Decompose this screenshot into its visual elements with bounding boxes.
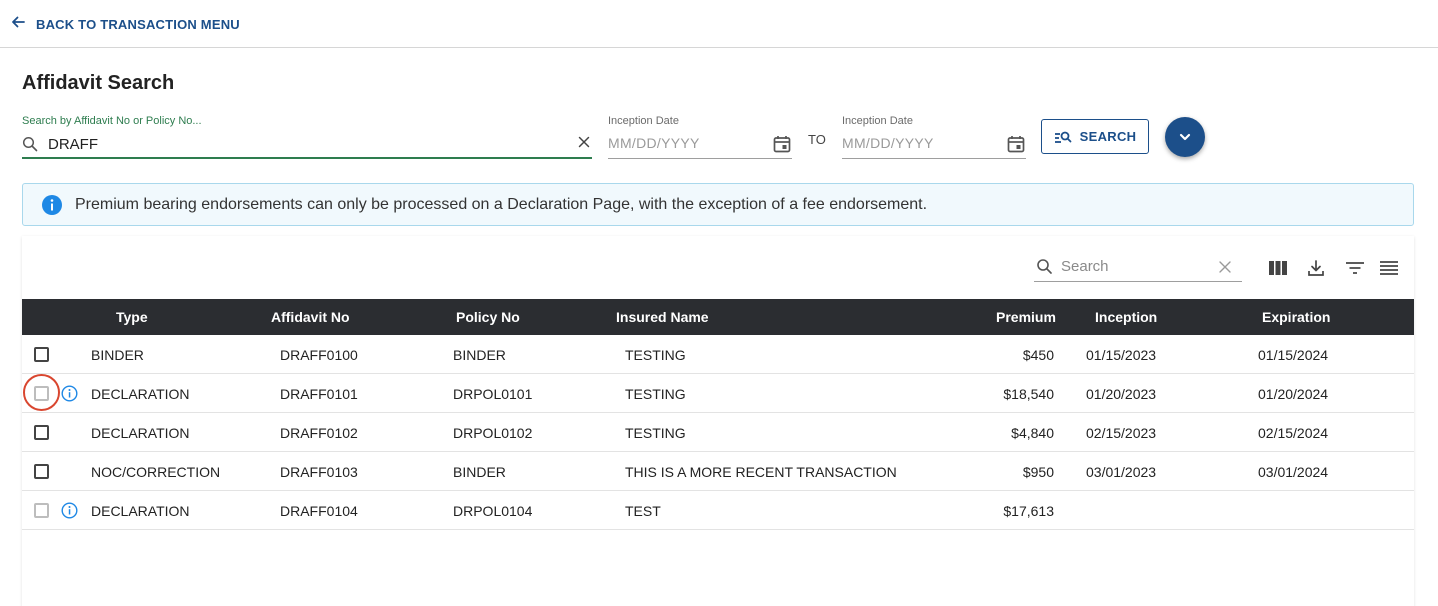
cell-affidavit-no: DRAFF0104 [280,503,358,519]
cell-inception: 01/15/2023 [1086,347,1157,363]
cell-affidavit-no: DRAFF0102 [280,425,358,441]
cell-premium: $18,540 [1003,386,1054,402]
arrow-left-icon [10,14,26,35]
cell-policy-no: DRPOL0102 [453,425,533,441]
cell-expiration: 01/15/2024 [1258,347,1329,363]
search-list-icon [1054,130,1072,144]
back-link-label: BACK TO TRANSACTION MENU [36,17,240,32]
cell-premium: $450 [1022,347,1054,363]
row-checkbox[interactable] [34,464,49,479]
cell-insured-name: TESTING [625,425,686,441]
table-row[interactable]: BINDER DRAFF0100 BINDER TESTING $450 01/… [22,335,1414,374]
inception-from-placeholder: MM/DD/YYYY [608,135,700,151]
column-header-inception[interactable]: Inception [1095,309,1157,325]
page-title: Affidavit Search [22,72,175,94]
column-header-type[interactable]: Type [116,309,148,325]
cell-affidavit-no: DRAFF0101 [280,386,358,402]
cell-insured-name: THIS IS A MORE RECENT TRANSACTION [625,464,897,480]
inception-to-placeholder: MM/DD/YYYY [842,135,934,151]
table-search-placeholder: Search [1061,258,1109,275]
cell-inception: 02/15/2023 [1086,425,1157,441]
column-header-affidavit-no[interactable]: Affidavit No [271,309,350,325]
info-banner: Premium bearing endorsements can only be… [22,183,1414,226]
column-header-insured-name[interactable]: Insured Name [616,309,709,325]
cell-policy-no: DRPOL0101 [453,386,533,402]
row-checkbox[interactable] [34,347,49,362]
inception-to-input[interactable]: MM/DD/YYYY [842,131,1026,159]
cell-expiration: 01/20/2024 [1258,386,1329,402]
info-banner-message: Premium bearing endorsements can only be… [75,195,928,213]
density-icon[interactable] [1378,257,1400,279]
cell-policy-no: DRPOL0104 [453,503,533,519]
calendar-icon[interactable] [1006,134,1026,159]
cell-type: NOC/CORRECTION [91,464,221,480]
clear-table-search-icon[interactable] [1218,260,1232,279]
search-field-label: Search by Affidavit No or Policy No... [22,115,202,127]
search-icon [22,136,38,152]
top-bar: BACK TO TRANSACTION MENU [0,0,1438,48]
cell-insured-name: TESTING [625,347,686,363]
table-row[interactable]: DECLARATION DRAFF0101 DRPOL0101 TESTING … [22,374,1414,413]
search-input-value: DRAFF [48,135,98,153]
table-row[interactable]: DECLARATION DRAFF0102 DRPOL0102 TESTING … [22,413,1414,452]
cell-type: DECLARATION [91,386,190,402]
cell-affidavit-no: DRAFF0100 [280,347,358,363]
cell-expiration: 03/01/2024 [1258,464,1329,480]
back-to-transaction-menu-link[interactable]: BACK TO TRANSACTION MENU [10,14,240,35]
table-row[interactable]: NOC/CORRECTION DRAFF0103 BINDER THIS IS … [22,452,1414,491]
cell-expiration: 02/15/2024 [1258,425,1329,441]
affidavit-search-input[interactable]: DRAFF [22,131,592,159]
search-icon [1036,258,1053,280]
clear-search-icon[interactable] [576,134,592,150]
results-table-card: Search Type Affidavit No Policy No Insur… [22,236,1414,606]
cell-inception: 01/20/2023 [1086,386,1157,402]
table-header: Type Affidavit No Policy No Insured Name… [22,299,1414,335]
cell-type: DECLARATION [91,425,190,441]
to-label: TO [808,132,826,147]
table-row[interactable]: DECLARATION DRAFF0104 DRPOL0104 TEST $17… [22,491,1414,530]
chevron-down-icon [1177,129,1193,145]
info-icon [41,194,63,216]
calendar-icon[interactable] [772,134,792,159]
cell-policy-no: BINDER [453,347,506,363]
cell-insured-name: TEST [625,503,661,519]
cell-insured-name: TESTING [625,386,686,402]
row-checkbox[interactable] [34,425,49,440]
column-header-policy-no[interactable]: Policy No [456,309,520,325]
inception-from-input[interactable]: MM/DD/YYYY [608,131,792,159]
cell-premium: $17,613 [1003,503,1054,519]
columns-icon[interactable] [1267,257,1289,279]
row-checkbox[interactable] [34,386,49,401]
download-icon[interactable] [1305,257,1327,279]
cell-affidavit-no: DRAFF0103 [280,464,358,480]
expand-filters-button[interactable] [1165,117,1205,157]
inception-to-label: Inception Date [842,115,913,127]
table-search-input[interactable]: Search [1034,254,1242,282]
filter-icon[interactable] [1344,257,1366,279]
row-checkbox[interactable] [34,503,49,518]
search-button-label: SEARCH [1079,129,1137,144]
cell-type: DECLARATION [91,503,190,519]
cell-premium: $4,840 [1011,425,1054,441]
cell-policy-no: BINDER [453,464,506,480]
info-icon[interactable] [61,385,78,402]
column-header-premium[interactable]: Premium [996,309,1056,325]
cell-premium: $950 [1022,464,1054,480]
column-header-expiration[interactable]: Expiration [1262,309,1330,325]
info-icon[interactable] [61,502,78,519]
cell-inception: 03/01/2023 [1086,464,1157,480]
cell-type: BINDER [91,347,144,363]
search-button[interactable]: SEARCH [1041,119,1149,154]
inception-from-label: Inception Date [608,115,679,127]
